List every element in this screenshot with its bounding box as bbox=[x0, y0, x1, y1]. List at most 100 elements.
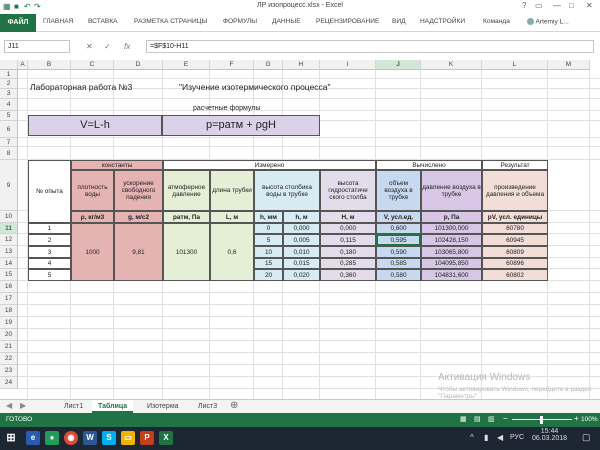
value-air-pressure[interactable]: 101300,000 bbox=[421, 223, 482, 234]
clock[interactable]: 15:44 06.03.2018 bbox=[532, 428, 567, 442]
column-header-a[interactable]: A bbox=[18, 60, 28, 70]
value-air-volume[interactable]: 0,580 bbox=[376, 269, 421, 281]
value-h-m[interactable]: 0,010 bbox=[283, 246, 320, 258]
value-product[interactable]: 60945 bbox=[482, 234, 548, 246]
language-indicator[interactable]: РУС bbox=[510, 434, 524, 441]
column-header-j[interactable]: J bbox=[376, 60, 421, 70]
formula-volume[interactable]: V=L-h bbox=[28, 115, 162, 136]
scroll-right-icon[interactable]: ▶ bbox=[20, 401, 26, 410]
store-icon[interactable]: ● bbox=[45, 431, 59, 445]
tab-review[interactable]: РЕЦЕНЗИРОВАНИЕ bbox=[316, 18, 379, 25]
close-icon[interactable]: ✕ bbox=[586, 1, 593, 10]
value-gravity[interactable]: 9,81 bbox=[114, 223, 163, 281]
column-header-k[interactable]: K bbox=[421, 60, 482, 70]
excel-taskbar-icon[interactable]: X bbox=[159, 431, 173, 445]
row-header-15[interactable]: 15 bbox=[0, 269, 18, 281]
row-number[interactable]: 4 bbox=[28, 258, 71, 269]
group-computed[interactable]: Вычислено bbox=[376, 160, 482, 170]
column-header-h[interactable]: H bbox=[283, 60, 320, 70]
minimize-icon[interactable]: — bbox=[553, 1, 561, 10]
tab-insert[interactable]: ВСТАВКА bbox=[88, 18, 118, 25]
value-h-mm[interactable]: 20 bbox=[254, 269, 283, 281]
chrome-icon[interactable]: ◉ bbox=[64, 431, 78, 445]
zoom-in-icon[interactable]: + bbox=[574, 414, 579, 423]
ie-icon[interactable]: e bbox=[26, 431, 40, 445]
value-h-mm[interactable]: 0 bbox=[254, 223, 283, 234]
sheet-tab-isotherm[interactable]: Изотерма bbox=[141, 400, 185, 413]
group-measured[interactable]: Измерено bbox=[163, 160, 376, 170]
row-header-24[interactable]: 24 bbox=[0, 377, 18, 389]
row-header-2[interactable]: 2 bbox=[0, 79, 18, 89]
value-density[interactable]: 1000 bbox=[71, 223, 114, 281]
header-col-height[interactable]: высота столбика воды в трубке bbox=[254, 170, 320, 211]
cancel-icon[interactable]: ✕ bbox=[86, 42, 93, 51]
user-account[interactable]: Artemiy L... bbox=[527, 18, 569, 25]
row-header-12[interactable]: 12 bbox=[0, 234, 18, 246]
value-hydro-height[interactable]: 0,000 bbox=[320, 223, 376, 234]
tab-formulas[interactable]: ФОРМУЛЫ bbox=[223, 18, 257, 25]
header-tube-len[interactable]: длина трубки bbox=[210, 170, 254, 211]
header-gravity[interactable]: ускорение свободного падения bbox=[114, 170, 163, 211]
group-constants[interactable]: константы bbox=[71, 160, 163, 170]
help-icon[interactable]: ? bbox=[522, 1, 526, 10]
row-header-19[interactable]: 19 bbox=[0, 317, 18, 329]
column-header-l[interactable]: L bbox=[482, 60, 548, 70]
column-header-e[interactable]: E bbox=[163, 60, 210, 70]
row-header-1[interactable]: 1 bbox=[0, 70, 18, 79]
formula-pressure[interactable]: p=ратм + ρgH bbox=[162, 115, 320, 136]
header-hydro-height[interactable]: высота гидростатиче ского столба bbox=[320, 170, 376, 211]
value-h-m[interactable]: 0,000 bbox=[283, 223, 320, 234]
column-header-d[interactable]: D bbox=[114, 60, 163, 70]
unit-density[interactable]: ρ, кг/м3 bbox=[71, 211, 114, 223]
unit-tube-len[interactable]: L, м bbox=[210, 211, 254, 223]
row-header-21[interactable]: 21 bbox=[0, 341, 18, 353]
value-air-pressure[interactable]: 103065,800 bbox=[421, 246, 482, 258]
group-result[interactable]: Результат bbox=[482, 160, 548, 170]
row-header-6[interactable]: 6 bbox=[0, 121, 18, 138]
value-air-pressure[interactable]: 104095,850 bbox=[421, 258, 482, 269]
sheet-tab-list1[interactable]: Лист1 bbox=[58, 400, 89, 413]
volume-icon[interactable]: ◀ bbox=[497, 433, 503, 442]
row-number[interactable]: 5 bbox=[28, 269, 71, 281]
row-header-20[interactable]: 20 bbox=[0, 329, 18, 341]
unit-p[interactable]: р, Па bbox=[421, 211, 482, 223]
value-h-m[interactable]: 0,015 bbox=[283, 258, 320, 269]
value-product[interactable]: 60802 bbox=[482, 269, 548, 281]
row-header-8[interactable]: 8 bbox=[0, 147, 18, 160]
tab-addins[interactable]: НАДСТРОЙКИ bbox=[420, 18, 465, 25]
network-icon[interactable]: ▮ bbox=[484, 433, 488, 442]
value-h-mm[interactable]: 15 bbox=[254, 258, 283, 269]
start-icon[interactable]: ⊞ bbox=[4, 431, 18, 445]
tab-view[interactable]: ВИД bbox=[392, 18, 406, 25]
row-number[interactable]: 2 bbox=[28, 234, 71, 246]
enter-icon[interactable]: ✓ bbox=[104, 42, 111, 51]
zoom-slider-thumb[interactable] bbox=[540, 416, 543, 424]
value-h-mm[interactable]: 10 bbox=[254, 246, 283, 258]
page-break-icon[interactable]: ▥ bbox=[488, 415, 495, 423]
value-hydro-height[interactable]: 0,115 bbox=[320, 234, 376, 246]
sheet-tab-list3[interactable]: Лист3 bbox=[192, 400, 223, 413]
header-product[interactable]: произведение давления и объема bbox=[482, 170, 548, 211]
name-box[interactable]: J11 bbox=[4, 40, 70, 53]
formula-input[interactable]: =$F$10-H11 bbox=[146, 40, 594, 53]
select-all-corner[interactable] bbox=[0, 60, 18, 70]
column-header-f[interactable]: F bbox=[210, 60, 254, 70]
row-header-16[interactable]: 16 bbox=[0, 281, 18, 293]
unit-h-mm[interactable]: h, мм bbox=[254, 211, 283, 223]
sheet-tab-table[interactable]: Таблица bbox=[92, 400, 134, 413]
value-product[interactable]: 60809 bbox=[482, 246, 548, 258]
unit-pv[interactable]: pV, усл. единицы bbox=[482, 211, 548, 223]
tab-home[interactable]: ГЛАВНАЯ bbox=[43, 18, 73, 25]
row-header-3[interactable]: 3 bbox=[0, 89, 18, 99]
unit-v[interactable]: V, усл.ед. bbox=[376, 211, 421, 223]
value-air-pressure[interactable]: 104831,600 bbox=[421, 269, 482, 281]
page-layout-icon[interactable]: ▤ bbox=[474, 415, 481, 423]
row-header-4[interactable]: 4 bbox=[0, 99, 18, 111]
skype-icon[interactable]: S bbox=[102, 431, 116, 445]
row-header-5[interactable]: 5 bbox=[0, 111, 18, 121]
value-hydro-height[interactable]: 0,180 bbox=[320, 246, 376, 258]
column-header-g[interactable]: G bbox=[254, 60, 283, 70]
maximize-icon[interactable]: □ bbox=[569, 1, 574, 10]
insert-function-icon[interactable]: fx bbox=[124, 42, 130, 51]
row-header-17[interactable]: 17 bbox=[0, 293, 18, 305]
